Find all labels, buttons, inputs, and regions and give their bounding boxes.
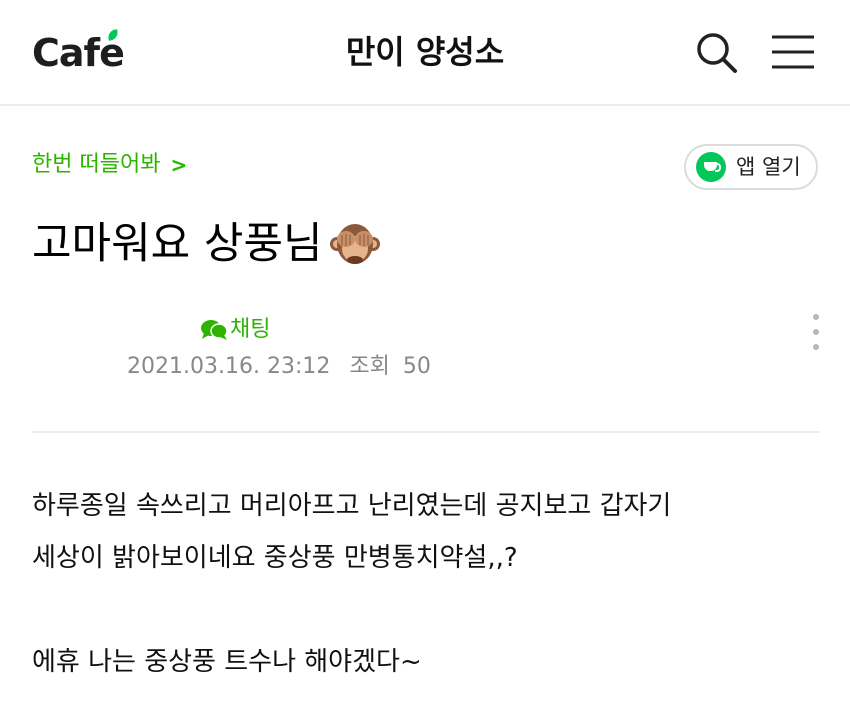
post-body-line: 세상이 밝아보이네요 중상풍 만병통치약설,,? (32, 543, 518, 573)
open-app-button[interactable]: 앱 열기 (684, 144, 818, 190)
chevron-right-icon: > (170, 153, 188, 177)
post-body-blank-line (32, 584, 832, 636)
views-count: 50 (402, 354, 431, 379)
divider (32, 431, 820, 433)
post-title: 고마워요 상풍님 (32, 214, 381, 274)
post-body-line: 에휴 나는 중상풍 트수나 해야겠다~ (32, 647, 422, 677)
chat-bubble-icon (201, 320, 228, 340)
more-dots-icon (813, 314, 819, 320)
menu-button[interactable] (770, 34, 816, 70)
see-no-evil-monkey-emoji-icon (329, 224, 380, 264)
post-body: 하루종일 속쓰리고 머리아프고 난리였는데 공지보고 갑자기 세상이 밝아보이네… (32, 480, 832, 688)
search-icon (697, 33, 737, 73)
more-options-button[interactable] (806, 312, 826, 352)
views-label: 조회 (349, 354, 390, 379)
hamburger-menu-icon (772, 35, 814, 69)
board-name: 한번 떠들어봐 (32, 152, 161, 177)
post-date: 2021.03.16. 23:12 (127, 354, 331, 379)
top-header: Cafe 만이 양성소 (0, 0, 850, 106)
open-app-label: 앱 열기 (736, 155, 801, 179)
more-dots-icon-middle (813, 329, 819, 335)
post-body-line: 하루종일 속쓰리고 머리아프고 난리였는데 공지보고 갑자기 (32, 491, 672, 521)
post-meta: 2021.03.16. 23:12 조회 50 (127, 350, 431, 384)
search-button[interactable] (694, 30, 740, 76)
cafe-app-icon (696, 152, 726, 182)
post-title-text: 고마워요 상풍님 (32, 219, 323, 269)
board-link[interactable]: 한번 떠들어봐 > (32, 148, 187, 182)
more-dots-icon-bottom (813, 344, 819, 350)
chat-label: 채팅 (230, 317, 271, 342)
chat-link[interactable]: 채팅 (200, 314, 270, 346)
